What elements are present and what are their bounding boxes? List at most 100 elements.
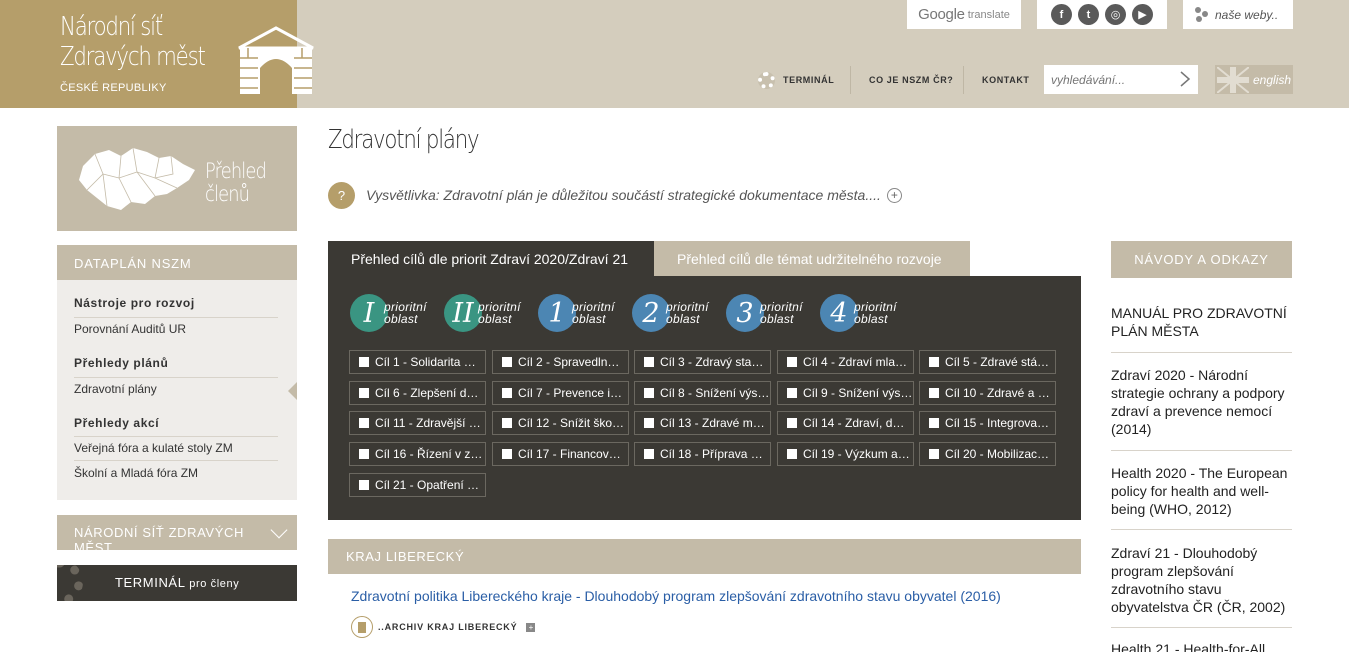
goal-label: Cíl 11 - Zdravější … xyxy=(375,416,481,430)
goal-checkbox[interactable]: Cíl 1 - Solidarita … xyxy=(349,350,486,374)
menu-item-audit-comparison[interactable]: Porovnání Auditů UR xyxy=(74,322,278,336)
goal-checkbox[interactable]: Cíl 11 - Zdravější … xyxy=(349,411,486,435)
goal-checkbox[interactable]: Cíl 17 - Financov… xyxy=(492,442,629,466)
goal-checkbox[interactable]: Cíl 19 - Výzkum a… xyxy=(777,442,914,466)
members-overview-title: Přehled členů xyxy=(205,160,267,206)
health-policy-document-link[interactable]: Zdravotní politika Libereckého kraje - D… xyxy=(351,588,1001,604)
menu-divider xyxy=(74,377,278,378)
checkbox-square xyxy=(787,449,797,459)
language-switch[interactable]: english xyxy=(1215,65,1293,94)
gear-icon xyxy=(758,71,775,89)
members-overview-banner[interactable]: Přehled členů xyxy=(57,126,297,231)
goal-label: Cíl 17 - Financov… xyxy=(518,447,621,461)
expand-explanation-button[interactable]: + xyxy=(886,187,902,203)
priority-word: oblast xyxy=(384,312,418,326)
guide-link-health-2020[interactable]: Health 2020 - The European policy for he… xyxy=(1111,464,1292,518)
social-links: f t ◎ ▶ xyxy=(1037,0,1167,29)
search-input[interactable] xyxy=(1044,65,1174,94)
guide-link-zdravi-21[interactable]: Zdraví 21 - Dlouhodobý program zlepšován… xyxy=(1111,544,1292,616)
google-translate-widget[interactable]: Google translate xyxy=(907,0,1021,29)
checkbox-square xyxy=(502,449,512,459)
goal-label: Cíl 10 - Zdravé a … xyxy=(945,386,1050,400)
question-icon: ? xyxy=(328,181,355,209)
goal-checkbox[interactable]: Cíl 8 - Snížení výs… xyxy=(634,381,771,405)
goal-label: Cíl 20 - Mobilizac… xyxy=(945,447,1050,461)
menu-item-public-forums[interactable]: Veřejná fóra a kulaté stoly ZM xyxy=(74,441,278,455)
goal-checkbox[interactable]: Cíl 3 - Zdravý sta… xyxy=(634,350,771,374)
goal-checkbox[interactable]: Cíl 16 - Řízení v z… xyxy=(349,442,486,466)
youtube-icon[interactable]: ▶ xyxy=(1132,4,1153,25)
czech-map-icon xyxy=(79,147,195,210)
healthy-cities-network-dropdown[interactable]: NÁRODNÍ SÍŤ ZDRAVÝCH MĚST xyxy=(57,515,297,555)
goal-checkbox[interactable]: Cíl 2 - Spravedln… xyxy=(492,350,629,374)
goal-checkbox[interactable]: Cíl 10 - Zdravé a … xyxy=(919,381,1056,405)
region-archive[interactable]: ..ARCHIV KRAJ LIBERECKÝ + xyxy=(351,616,536,638)
menu-divider xyxy=(74,460,278,461)
priority-badge: 3 xyxy=(726,294,764,332)
twitter-icon[interactable]: t xyxy=(1078,4,1099,25)
checkbox-square xyxy=(929,418,939,428)
facebook-icon[interactable]: f xyxy=(1051,4,1072,25)
menu-item-health-plans[interactable]: Zdravotní plány xyxy=(74,382,278,396)
goal-checkbox[interactable]: Cíl 15 - Integrova… xyxy=(919,411,1056,435)
terminal-sub-label: pro členy xyxy=(189,578,240,590)
goal-checkbox[interactable]: Cíl 21 - Opatření … xyxy=(349,473,486,497)
menu-divider xyxy=(74,317,278,318)
logo-line-1: Národní síť xyxy=(60,12,163,42)
checkbox-square xyxy=(502,418,512,428)
site-logo[interactable]: Národní síť Zdravých měst ČESKÉ REPUBLIK… xyxy=(0,0,314,108)
priority-area-1[interactable]: 1 prioritní oblast xyxy=(538,293,615,333)
nav-contact[interactable]: KONTAKT xyxy=(982,66,1030,94)
goal-label: Cíl 6 - Zlepšení d… xyxy=(375,386,479,400)
priority-area-2[interactable]: 2 prioritní oblast xyxy=(632,293,709,333)
google-translate-brand: Google xyxy=(918,6,965,23)
goal-checkbox[interactable]: Cíl 7 - Prevence i… xyxy=(492,381,629,405)
nav-divider xyxy=(963,66,964,94)
guide-link-zdravi-2020[interactable]: Zdraví 2020 - Národní strategie ochrany … xyxy=(1111,366,1292,438)
logo-line-3: ČESKÉ REPUBLIKY xyxy=(60,82,167,94)
goal-checkbox[interactable]: Cíl 18 - Příprava … xyxy=(634,442,771,466)
goal-checkbox[interactable]: Cíl 20 - Mobilizac… xyxy=(919,442,1056,466)
goal-checkbox[interactable]: Cíl 4 - Zdraví mla… xyxy=(777,350,914,374)
menu-group-plans: Přehledy plánů xyxy=(74,356,169,370)
page-title: Zdravotní plány xyxy=(328,125,480,155)
tab-sustainability-topics[interactable]: Přehled cílů dle témat udržitelného rozv… xyxy=(654,241,970,276)
instagram-icon[interactable]: ◎ xyxy=(1105,4,1126,25)
nav-contact-label: KONTAKT xyxy=(982,75,1030,85)
priority-area-3[interactable]: 3 prioritní oblast xyxy=(726,293,803,333)
priority-area-I[interactable]: I prioritní oblast xyxy=(350,293,427,333)
our-websites-button[interactable]: naše weby.. xyxy=(1183,0,1293,29)
guide-link-manual[interactable]: MANUÁL PRO ZDRAVOTNÍ PLÁN MĚSTA xyxy=(1111,304,1292,340)
goal-checkbox[interactable]: Cíl 6 - Zlepšení d… xyxy=(349,381,486,405)
guide-link-health-21[interactable]: Health 21 - Health-for-All xyxy=(1111,640,1292,652)
link-divider xyxy=(1111,352,1292,353)
goal-label: Cíl 16 - Řízení v z… xyxy=(375,447,483,461)
goal-label: Cíl 13 - Zdravé m… xyxy=(660,416,765,430)
goal-checkbox[interactable]: Cíl 13 - Zdravé m… xyxy=(634,411,771,435)
explanation-row: ? Vysvětlivka: Zdravotní plán je důležit… xyxy=(328,181,902,209)
goal-checkbox[interactable]: Cíl 9 - Snížení výs… xyxy=(777,381,914,405)
google-translate-word: translate xyxy=(967,8,1010,21)
goal-checkbox[interactable]: Cíl 5 - Zdravé stá… xyxy=(919,350,1056,374)
nav-terminal-label: TERMINÁL xyxy=(783,75,835,85)
priority-area-II[interactable]: II prioritní oblast xyxy=(444,293,521,333)
checkbox-square xyxy=(644,418,654,428)
checkbox-square xyxy=(929,449,939,459)
goal-checkbox[interactable]: Cíl 12 - Snížit ško… xyxy=(492,411,629,435)
search-box xyxy=(1044,65,1198,94)
goal-checkbox[interactable]: Cíl 14 - Zdraví, d… xyxy=(777,411,914,435)
language-label: english xyxy=(1253,72,1292,87)
search-submit-icon[interactable] xyxy=(1178,70,1192,88)
nav-about[interactable]: CO JE NSZM ČR? xyxy=(869,66,953,94)
tab-priorities[interactable]: Přehled cílů dle priorit Zdraví 2020/Zdr… xyxy=(328,241,654,276)
priority-area-4[interactable]: 4 prioritní oblast xyxy=(820,293,897,333)
priority-word: oblast xyxy=(760,312,794,326)
nav-terminal[interactable]: TERMINÁL xyxy=(758,66,834,94)
member-terminal-button[interactable]: TERMINÁL pro členy xyxy=(57,565,297,601)
link-divider xyxy=(1111,450,1292,451)
priority-badge: 1 xyxy=(538,294,576,332)
logo-line-2: Zdravých měst xyxy=(60,42,206,72)
nav-divider xyxy=(850,66,851,94)
menu-item-school-forums[interactable]: Školní a Mladá fóra ZM xyxy=(74,466,278,480)
expand-archive-icon[interactable]: + xyxy=(526,622,536,632)
